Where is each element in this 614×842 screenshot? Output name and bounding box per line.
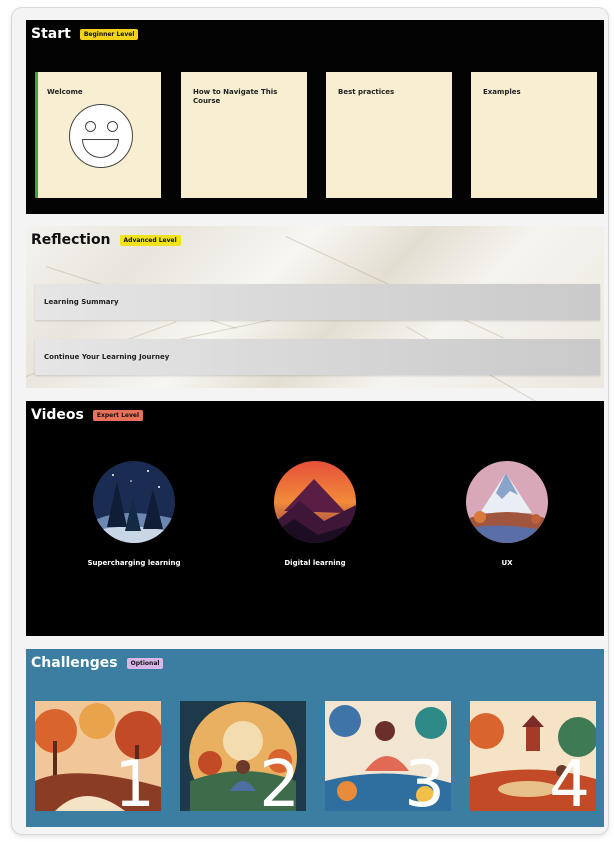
video-label: UX — [501, 559, 513, 567]
challenge-number: 4 — [549, 748, 590, 811]
challenge-number: 2 — [259, 748, 300, 811]
start-section: Start Beginner Level Welcome How to Navi… — [26, 20, 604, 214]
video-label: Digital learning — [284, 559, 346, 567]
badge-beginner: Beginner Level — [79, 28, 139, 40]
sunset-mountain-icon — [274, 461, 356, 543]
video-label: Supercharging learning — [87, 559, 181, 567]
videos-section: Videos Expert Level Supercharging learni… — [26, 401, 604, 636]
card-best-practices[interactable]: Best practices — [326, 72, 452, 198]
challenge-number: 1 — [114, 748, 155, 811]
card-navigate[interactable]: How to Navigate This Course — [181, 72, 307, 198]
card-label: Welcome — [47, 88, 83, 96]
video-supercharging[interactable]: Supercharging learning — [59, 461, 209, 567]
badge-advanced: Advanced Level — [119, 234, 181, 246]
item-label: Learning Summary — [44, 298, 119, 306]
reflection-section: Reflection Advanced Level Learning Summa… — [25, 226, 604, 417]
card-welcome[interactable]: Welcome — [35, 72, 161, 198]
challenge-number: 3 — [404, 748, 445, 811]
section-title-reflection: Reflection — [31, 232, 111, 248]
card-label: Best practices — [338, 88, 395, 96]
challenge-tile-3[interactable]: 3 — [325, 701, 451, 811]
video-ux[interactable]: UX — [432, 461, 582, 567]
video-digital-learning[interactable]: Digital learning — [240, 461, 390, 567]
card-examples[interactable]: Examples — [471, 72, 597, 198]
snowy-peak-icon — [466, 461, 548, 543]
section-title-start: Start — [31, 26, 71, 42]
item-continue-journey[interactable]: Continue Your Learning Journey — [35, 339, 600, 375]
challenge-tile-2[interactable]: 2 — [180, 701, 306, 811]
section-title-challenges: Challenges — [31, 655, 118, 671]
badge-optional: Optional — [126, 657, 164, 669]
item-learning-summary[interactable]: Learning Summary — [35, 284, 600, 320]
smiley-icon — [69, 104, 133, 168]
badge-expert: Expert Level — [92, 409, 144, 421]
card-label: How to Navigate This Course — [193, 88, 278, 105]
challenge-tile-1[interactable]: 1 — [35, 701, 161, 811]
section-title-videos: Videos — [31, 407, 84, 423]
challenges-section: Challenges Optional 1 2 3 4 — [26, 649, 604, 827]
course-page: Start Beginner Level Welcome How to Navi… — [12, 8, 608, 834]
challenge-tile-4[interactable]: 4 — [470, 701, 596, 811]
card-label: Examples — [483, 88, 521, 96]
night-forest-icon — [93, 461, 175, 543]
item-label: Continue Your Learning Journey — [44, 353, 170, 361]
